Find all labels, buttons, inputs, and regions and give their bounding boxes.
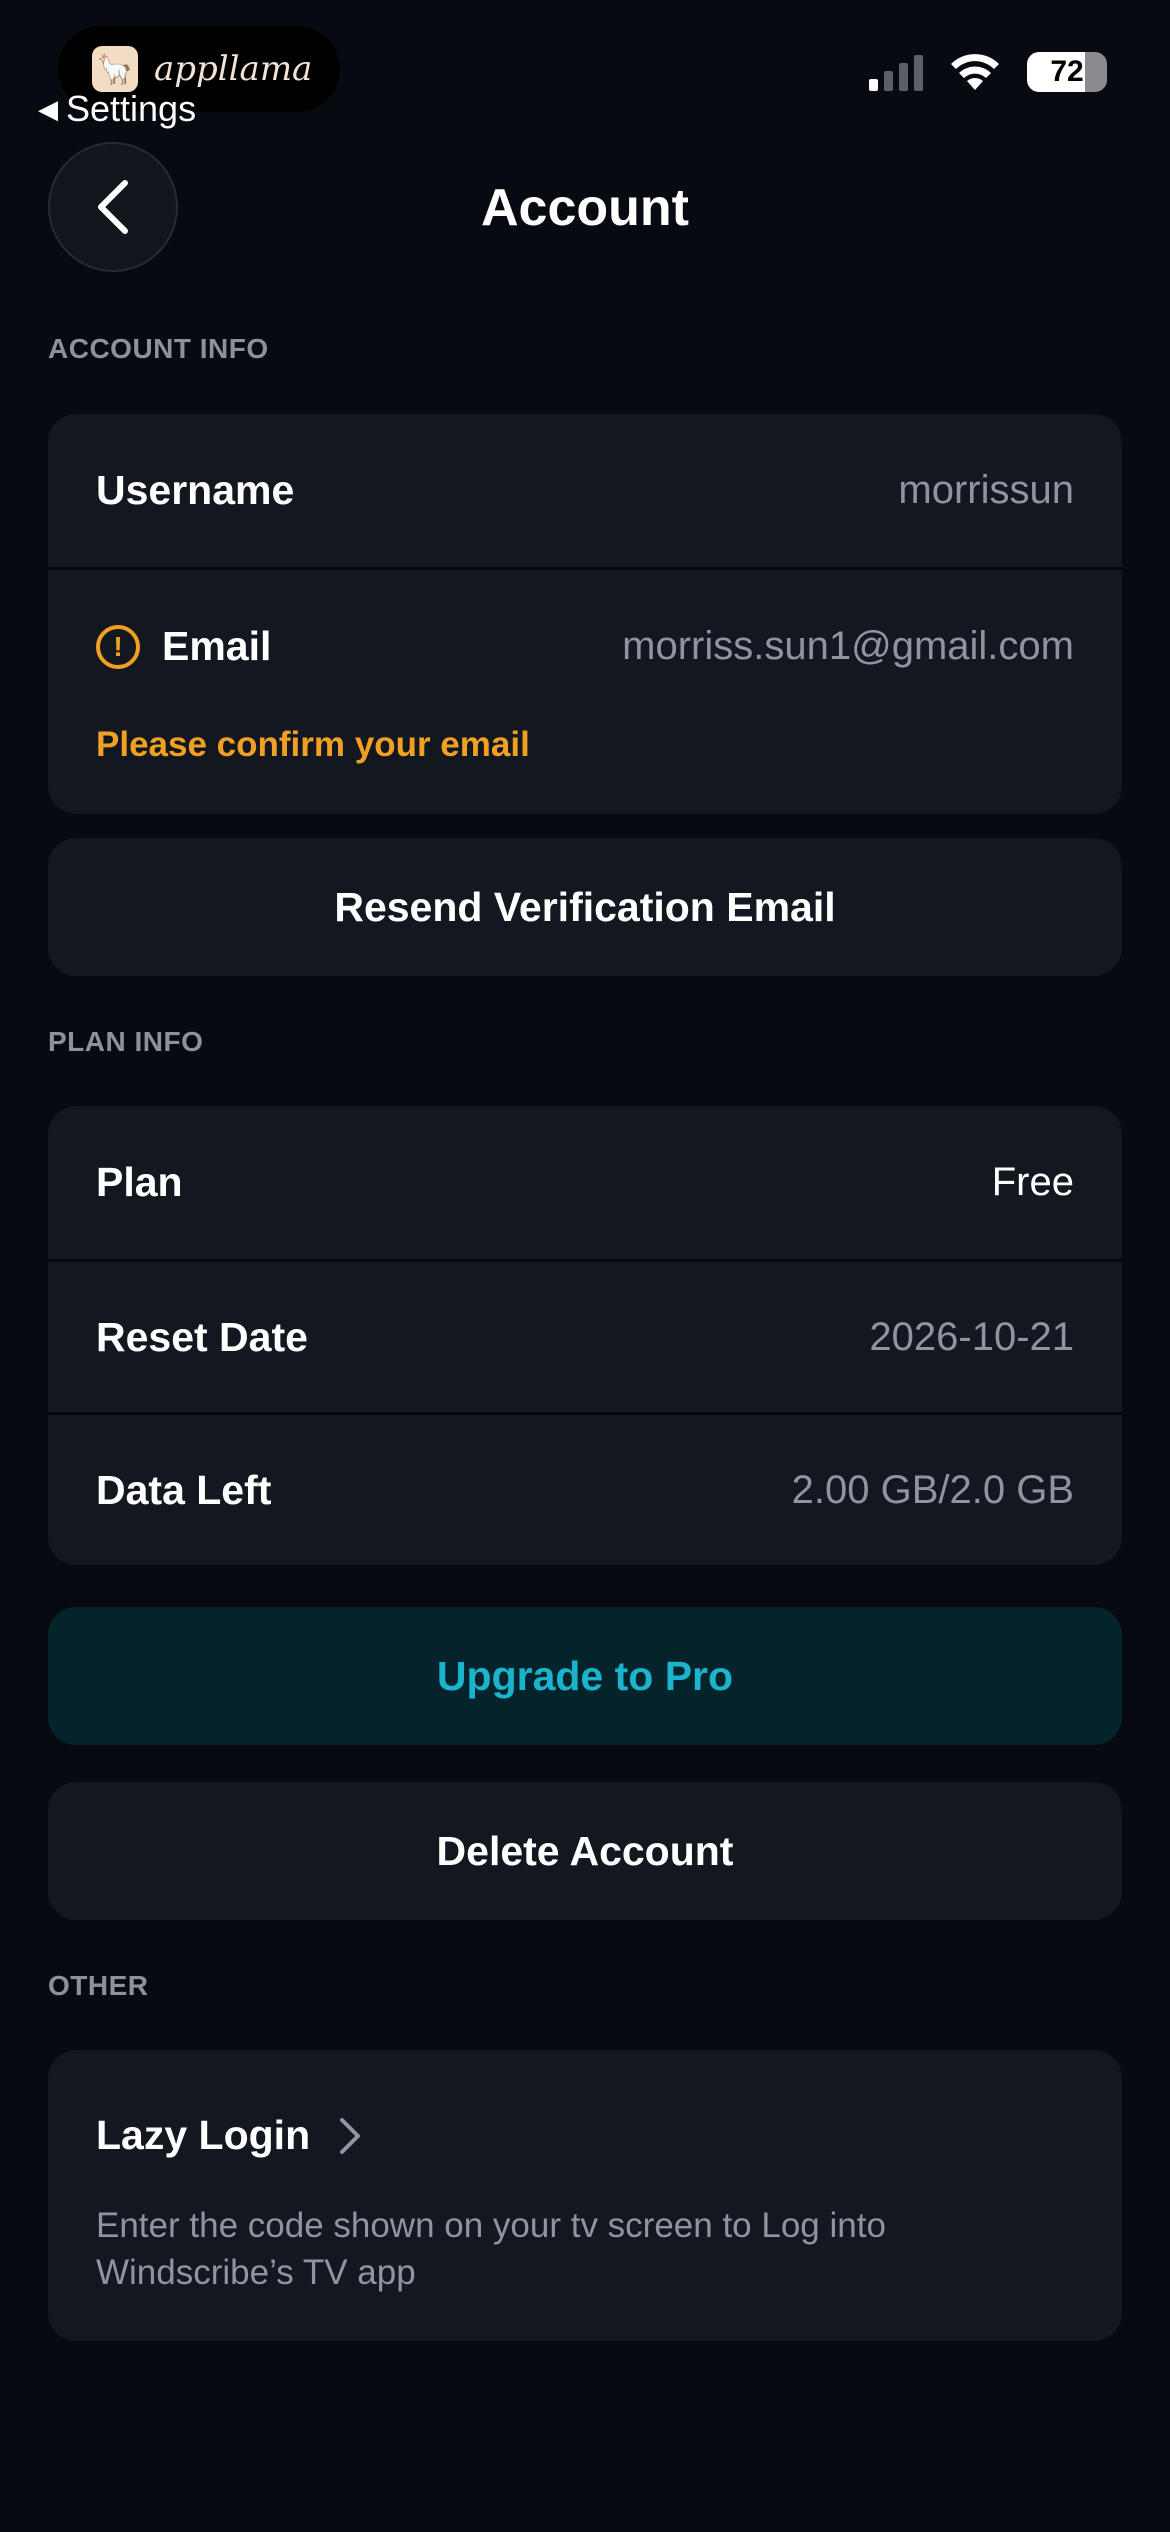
wifi-icon: [951, 54, 999, 90]
back-triangle-icon: ◀: [38, 93, 58, 124]
username-row: Username morrissun: [48, 414, 1122, 567]
email-row: ! Email morriss.sun1@gmail.com Please co…: [48, 567, 1122, 814]
resend-verification-button[interactable]: Resend Verification Email: [48, 838, 1122, 976]
page-title: Account: [481, 179, 689, 237]
plan-row: Plan Free: [48, 1106, 1122, 1259]
username-value: morrissun: [898, 468, 1074, 512]
lazy-login-title[interactable]: Lazy Login: [96, 2112, 362, 2159]
battery-icon: 72: [1027, 52, 1107, 92]
lazy-login-description: Enter the code shown on your tv screen t…: [96, 2206, 886, 2292]
chevron-right-icon: [340, 2117, 361, 2154]
delete-account-button[interactable]: Delete Account: [48, 1782, 1122, 1920]
plan-value: Free: [991, 1160, 1074, 1204]
username-label: Username: [96, 467, 295, 513]
data-left-label: Data Left: [96, 1466, 272, 1513]
upgrade-to-pro-button[interactable]: Upgrade to Pro: [48, 1607, 1122, 1745]
account-info-card: Username morrissun ! Email morriss.sun1@…: [48, 414, 1122, 814]
reset-date-row: Reset Date 2026-10-21: [48, 1259, 1122, 1412]
back-to-settings-link[interactable]: ◀ Settings: [38, 88, 196, 130]
plan-label: Plan: [96, 1159, 183, 1205]
email-warning-text: Please confirm your email: [96, 725, 530, 764]
account-info-section-label: ACCOUNT INFO: [48, 333, 269, 364]
lazy-login-label: Lazy Login: [96, 2112, 311, 2158]
data-left-row: Data Left 2.00 GB/2.0 GB: [48, 1412, 1122, 1565]
data-left-value: 2.00 GB/2.0 GB: [791, 1467, 1074, 1512]
lazy-login-card[interactable]: Lazy Login Enter the code shown on your …: [48, 2050, 1122, 2341]
other-section-label: OTHER: [48, 1970, 149, 2001]
back-crumb-label: Settings: [66, 88, 197, 129]
reset-date-label: Reset Date: [96, 1313, 308, 1360]
llama-logo-icon: 🦙: [92, 46, 138, 92]
plan-info-section-label: PLAN INFO: [48, 1026, 204, 1057]
plan-info-card: Plan Free Reset Date 2026-10-21 Data Lef…: [48, 1106, 1122, 1565]
status-indicators: 72: [869, 52, 1107, 92]
battery-percent: 72: [1050, 55, 1084, 88]
app-pill-label: appllama: [154, 49, 313, 89]
reset-date-value: 2026-10-21: [869, 1314, 1074, 1359]
email-label: Email: [162, 623, 272, 669]
email-value: morriss.sun1@gmail.com: [622, 624, 1074, 668]
account-screen: 🦙 appllama ◀ Settings 72 Account ACCOUNT…: [0, 0, 1170, 2532]
warning-icon: !: [96, 624, 140, 669]
cellular-signal-icon: [869, 53, 923, 91]
